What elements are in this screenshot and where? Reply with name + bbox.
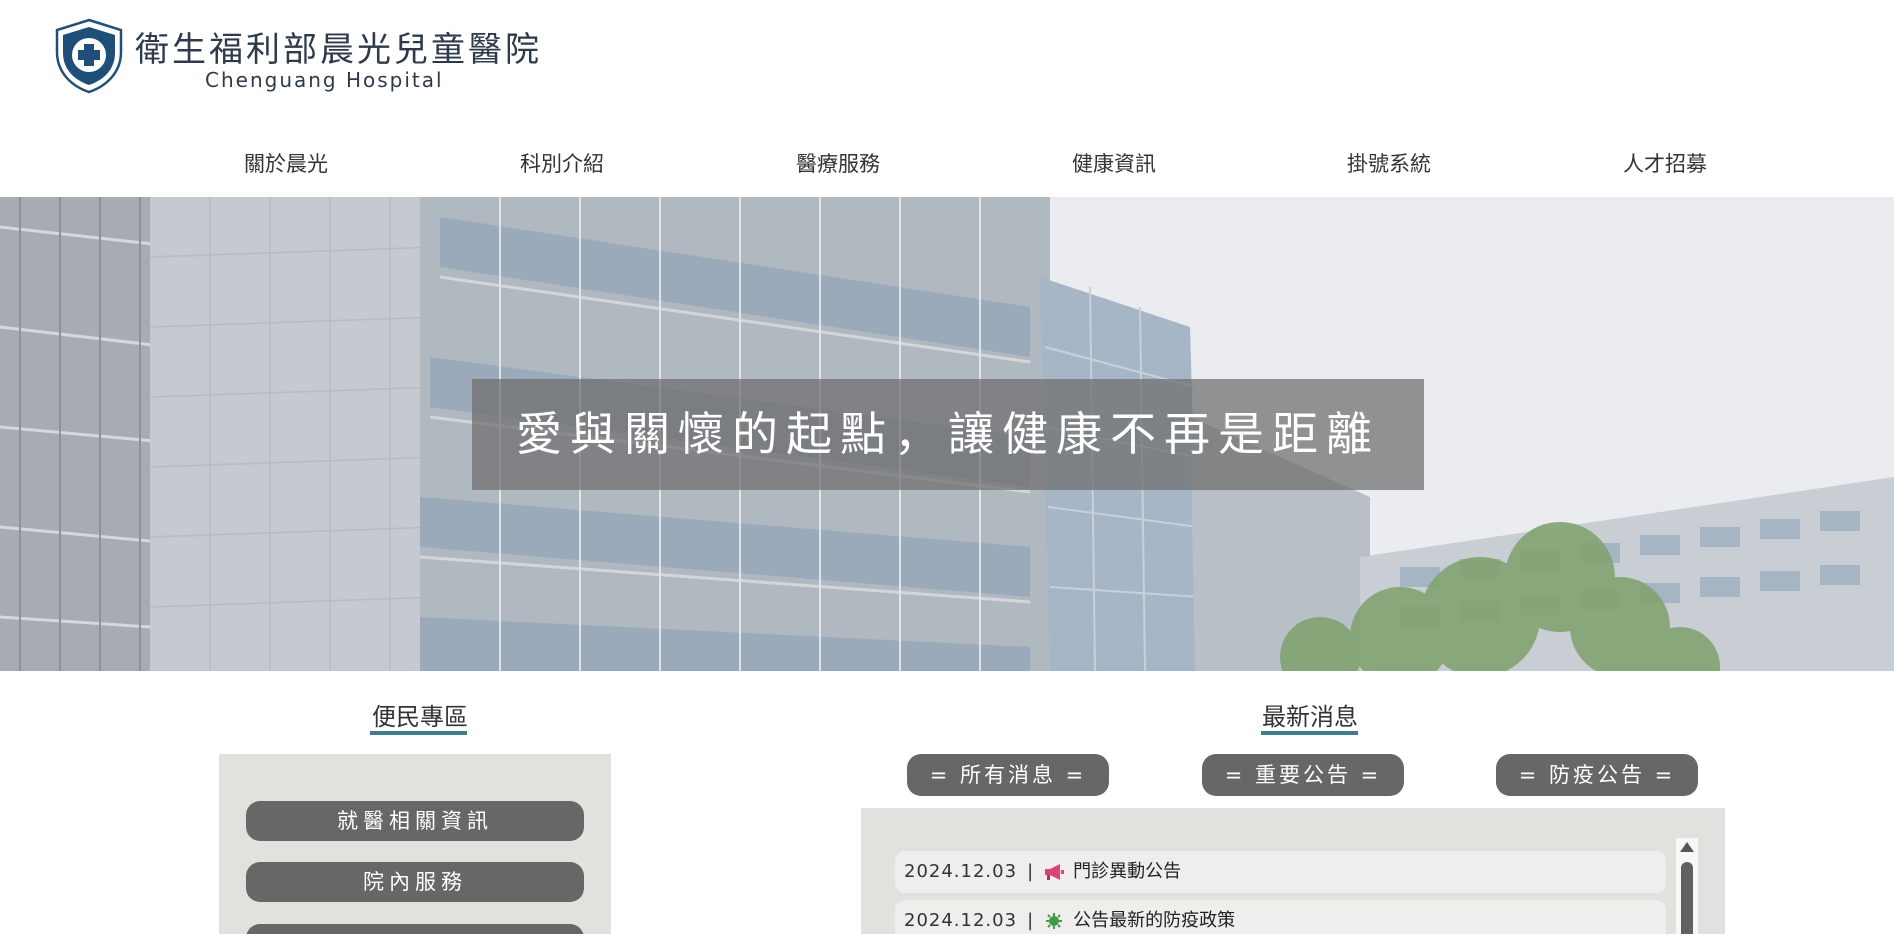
hero-caption: 愛與關懷的起點，讓健康不再是距離	[472, 379, 1424, 490]
scroll-up-arrow-icon[interactable]	[1680, 842, 1694, 852]
services-title: 便民專區	[372, 703, 468, 731]
nav-item-medical-services[interactable]: 醫療服務	[738, 140, 938, 188]
hospital-name: 衛生福利部晨光兒童醫院	[135, 30, 542, 70]
news-list-panel: 2024.12.03 | 門診異動公告 2024.12.03 | 公告最新的防疫政策	[861, 808, 1725, 934]
nav-item-careers[interactable]: 人才招募	[1565, 140, 1765, 188]
services-title-underline	[370, 731, 467, 735]
news-date: 2024.12.03	[904, 910, 1018, 931]
news-title-underline	[1261, 731, 1358, 735]
hospital-english-name: Chenguang Hospital	[205, 68, 444, 92]
virus-icon	[1046, 913, 1063, 929]
tab-epidemic-notices[interactable]: = 防疫公告 =	[1496, 754, 1698, 796]
news-item[interactable]: 2024.12.03 | 公告最新的防疫政策	[895, 900, 1666, 934]
scroll-thumb[interactable]	[1681, 862, 1693, 934]
nav-item-registration[interactable]: 掛號系統	[1289, 140, 1489, 188]
news-title: 最新消息	[1262, 703, 1358, 731]
shield-cross-icon	[55, 18, 123, 94]
site-header: 衛生福利部晨光兒童醫院 Chenguang Hospital 關於晨光 科別介紹…	[0, 0, 1894, 197]
medical-info-button[interactable]: 就醫相關資訊	[246, 801, 584, 841]
services-button-3[interactable]	[246, 924, 584, 934]
tab-important-notices[interactable]: = 重要公告 =	[1202, 754, 1404, 796]
news-separator: |	[1027, 861, 1034, 882]
nav-item-health-info[interactable]: 健康資訊	[1014, 140, 1214, 188]
logo[interactable]: 衛生福利部晨光兒童醫院 Chenguang Hospital	[53, 18, 573, 98]
news-title-text: 公告最新的防疫政策	[1073, 910, 1236, 931]
news-date: 2024.12.03	[904, 861, 1018, 882]
hero-banner: 愛與關懷的起點，讓健康不再是距離	[0, 197, 1894, 671]
nav-item-departments[interactable]: 科別介紹	[462, 140, 662, 188]
hospital-services-button[interactable]: 院內服務	[246, 862, 584, 902]
news-separator: |	[1027, 910, 1034, 931]
megaphone-icon	[1045, 864, 1065, 880]
news-scrollbar[interactable]	[1676, 838, 1698, 934]
news-item[interactable]: 2024.12.03 | 門診異動公告	[895, 851, 1666, 893]
nav-item-about[interactable]: 關於晨光	[186, 140, 386, 188]
news-title-text: 門診異動公告	[1073, 861, 1182, 882]
main-nav: 關於晨光 科別介紹 醫療服務 健康資訊 掛號系統 人才招募	[0, 140, 1894, 188]
tab-all-news[interactable]: = 所有消息 =	[907, 754, 1109, 796]
services-panel: 就醫相關資訊 院內服務	[219, 754, 611, 934]
